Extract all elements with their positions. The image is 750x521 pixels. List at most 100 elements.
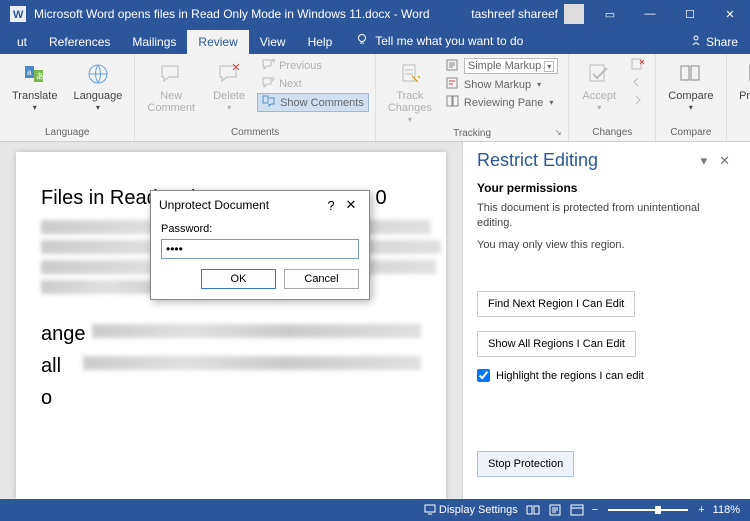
group-label-protect: [733, 127, 750, 141]
next-change-icon: [631, 94, 645, 109]
show-all-regions-button[interactable]: Show All Regions I Can Edit: [477, 331, 636, 357]
ribbon-tabs: ut References Mailings Review View Help …: [0, 28, 750, 54]
previous-icon: [261, 58, 275, 73]
protect-icon: [743, 60, 750, 88]
tell-me-search[interactable]: Tell me what you want to do: [347, 27, 531, 54]
next-change-button[interactable]: [627, 93, 649, 110]
pane-title: Restrict Editing: [477, 150, 695, 171]
dialog-help-button[interactable]: ?: [321, 198, 341, 213]
zoom-slider[interactable]: [608, 509, 688, 511]
share-icon: [690, 34, 702, 49]
svg-text:あ: あ: [36, 72, 44, 81]
doc-text-fragment: 0: [376, 182, 387, 214]
track-changes-button[interactable]: Track Changes ▾: [382, 57, 438, 128]
pane-close-button[interactable]: ✕: [713, 153, 736, 169]
delete-comment-icon: [215, 60, 243, 88]
ribbon-display-options-button[interactable]: ▭: [590, 0, 630, 28]
reviewing-pane-button[interactable]: Reviewing Pane ▾: [442, 94, 562, 111]
status-bar: Display Settings − + 118%: [0, 499, 750, 521]
close-window-button[interactable]: ✕: [710, 0, 750, 28]
reviewing-pane-icon: [446, 95, 460, 110]
next-comment-button[interactable]: Next: [257, 75, 369, 92]
signed-in-user[interactable]: tashreef shareef: [465, 4, 590, 24]
tab-truncated[interactable]: ut: [6, 30, 38, 54]
group-protect: Protect ▾: [727, 54, 750, 141]
group-compare: Compare ▾ Compare: [656, 54, 726, 141]
zoom-level-button[interactable]: 118%: [709, 504, 744, 516]
group-changes: Accept ▾ Changes: [569, 54, 656, 141]
minimize-window-button[interactable]: —: [630, 0, 670, 28]
translate-icon: aあ: [21, 60, 49, 88]
unprotect-document-dialog: Unprotect Document ? ✕ Password: OK Canc…: [150, 190, 370, 300]
stop-protection-button[interactable]: Stop Protection: [477, 451, 574, 477]
display-settings-button[interactable]: Display Settings: [420, 503, 522, 518]
tab-help[interactable]: Help: [297, 30, 344, 54]
document-title: Microsoft Word opens files in Read Only …: [34, 7, 430, 21]
read-mode-view-button[interactable]: [522, 504, 544, 516]
print-layout-view-button[interactable]: [544, 504, 566, 516]
markup-mode-icon: [446, 59, 460, 74]
highlight-checkbox-input[interactable]: [477, 369, 490, 382]
user-avatar: [564, 4, 584, 24]
group-language: aあ Translate ▾ Language ▾ Language: [0, 54, 135, 141]
pane-options-button[interactable]: ▾: [695, 153, 714, 169]
svg-text:W: W: [13, 9, 24, 21]
zoom-out-button[interactable]: −: [588, 504, 602, 516]
maximize-window-button[interactable]: ☐: [670, 0, 710, 28]
find-next-region-button[interactable]: Find Next Region I Can Edit: [477, 291, 635, 317]
reject-icon: [631, 58, 645, 73]
accept-icon: [585, 60, 613, 88]
compare-icon: [677, 60, 705, 88]
group-comments: New Comment Delete ▾ Previous Next Show: [135, 54, 375, 141]
ribbon-content: aあ Translate ▾ Language ▾ Language New C…: [0, 54, 750, 142]
markup-mode-dropdown[interactable]: Simple Markup▾: [442, 57, 562, 75]
tab-review[interactable]: Review: [187, 30, 248, 54]
reject-button[interactable]: [627, 57, 649, 74]
restrict-editing-pane: Restrict Editing ▾ ✕ Your permissions Th…: [462, 142, 750, 499]
protect-button[interactable]: Protect ▾: [733, 57, 750, 116]
group-label-language: Language: [6, 127, 128, 141]
language-icon: [84, 60, 112, 88]
tab-view[interactable]: View: [249, 30, 297, 54]
password-label: Password:: [161, 223, 359, 235]
highlight-regions-checkbox[interactable]: Highlight the regions I can edit: [477, 369, 736, 382]
show-comments-button[interactable]: Show Comments: [257, 93, 369, 112]
accept-button[interactable]: Accept ▾: [575, 57, 623, 116]
svg-text:a: a: [27, 68, 32, 77]
share-button[interactable]: Share: [678, 29, 750, 54]
show-markup-button[interactable]: Show Markup ▾: [442, 76, 562, 93]
language-button[interactable]: Language ▾: [67, 57, 128, 116]
group-label-comments: Comments: [141, 127, 368, 141]
track-changes-icon: [396, 60, 424, 88]
previous-change-button[interactable]: [627, 75, 649, 92]
lightbulb-icon: [355, 32, 369, 49]
pane-description-1: This document is protected from unintent…: [477, 201, 736, 232]
new-comment-button[interactable]: New Comment: [141, 57, 201, 117]
translate-button[interactable]: aあ Translate ▾: [6, 57, 63, 116]
delete-comment-button[interactable]: Delete ▾: [205, 57, 253, 116]
group-label-tracking: Tracking: [382, 128, 562, 142]
display-settings-icon: [424, 503, 436, 518]
group-label-changes: Changes: [575, 127, 649, 141]
dialog-close-button[interactable]: ✕: [341, 197, 361, 213]
password-input[interactable]: [161, 239, 359, 259]
prev-change-icon: [631, 76, 645, 91]
compare-button[interactable]: Compare ▾: [662, 57, 719, 116]
group-tracking: Track Changes ▾ Simple Markup▾ Show Mark…: [376, 54, 569, 141]
group-label-compare: Compare: [662, 127, 719, 141]
tab-references[interactable]: References: [38, 30, 121, 54]
tracking-dialog-launcher[interactable]: ↘: [554, 127, 566, 139]
main-area: Files in Read-Onl 0 ange all o: [0, 142, 750, 499]
next-icon: [261, 76, 275, 91]
doc-text-fragment: ange: [41, 318, 86, 350]
tab-mailings[interactable]: Mailings: [121, 30, 187, 54]
zoom-in-button[interactable]: +: [694, 504, 708, 516]
web-layout-view-button[interactable]: [566, 504, 588, 516]
cancel-button[interactable]: Cancel: [284, 269, 359, 289]
pane-description-2: You may only view this region.: [477, 238, 736, 253]
ok-button[interactable]: OK: [201, 269, 276, 289]
previous-comment-button[interactable]: Previous: [257, 57, 369, 74]
new-comment-icon: [157, 60, 185, 88]
doc-text-fragment: all o: [41, 350, 77, 414]
title-bar: W Microsoft Word opens files in Read Onl…: [0, 0, 750, 28]
